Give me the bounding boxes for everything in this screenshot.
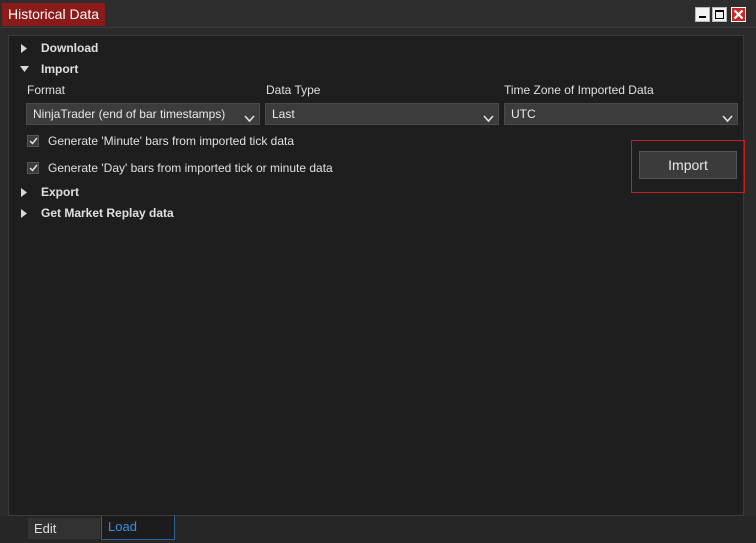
minimize-icon[interactable]	[695, 7, 710, 22]
section-download[interactable]: Download	[17, 40, 98, 56]
expand-arrow-icon	[17, 41, 31, 55]
collapse-arrow-icon	[17, 62, 31, 76]
timezone-dropdown[interactable]: UTC	[504, 103, 738, 125]
close-icon[interactable]	[731, 7, 746, 22]
format-label: Format	[27, 83, 66, 97]
chevron-down-icon	[244, 109, 255, 129]
minute-bars-checkbox[interactable]	[27, 135, 39, 147]
data-type-value: Last	[272, 107, 295, 121]
expand-arrow-icon	[17, 185, 31, 199]
bottom-tab-bar: Edit Load	[0, 516, 756, 543]
data-type-dropdown[interactable]: Last	[265, 103, 499, 125]
format-value: NinjaTrader (end of bar timestamps)	[33, 107, 226, 121]
chevron-down-icon	[722, 109, 733, 129]
timezone-value: UTC	[511, 107, 536, 121]
section-import-label: Import	[41, 62, 79, 76]
day-bars-option[interactable]: Generate 'Day' bars from imported tick o…	[27, 160, 333, 176]
format-dropdown[interactable]: NinjaTrader (end of bar timestamps)	[26, 103, 260, 125]
maximize-icon[interactable]	[712, 7, 727, 22]
day-bars-label: Generate 'Day' bars from imported tick o…	[48, 161, 333, 175]
section-market-replay[interactable]: Get Market Replay data	[17, 205, 174, 221]
content-panel: Download Import Format Data Type Time Zo…	[8, 35, 745, 516]
import-button[interactable]: Import	[639, 151, 737, 179]
section-export[interactable]: Export	[17, 184, 79, 200]
timezone-label: Time Zone of Imported Data	[504, 83, 654, 97]
day-bars-checkbox[interactable]	[27, 162, 39, 174]
section-market-replay-label: Get Market Replay data	[41, 206, 174, 220]
data-type-label: Data Type	[266, 83, 321, 97]
tab-edit[interactable]: Edit	[28, 518, 100, 539]
minute-bars-option[interactable]: Generate 'Minute' bars from imported tic…	[27, 133, 294, 149]
section-export-label: Export	[41, 185, 80, 199]
section-import[interactable]: Import	[17, 61, 78, 77]
section-download-label: Download	[41, 41, 99, 55]
tab-load[interactable]: Load	[101, 516, 175, 540]
window-title: Historical Data	[2, 3, 106, 26]
title-bar: Historical Data	[0, 0, 756, 28]
chevron-down-icon	[483, 109, 494, 129]
minute-bars-label: Generate 'Minute' bars from imported tic…	[48, 134, 295, 148]
expand-arrow-icon	[17, 206, 31, 220]
